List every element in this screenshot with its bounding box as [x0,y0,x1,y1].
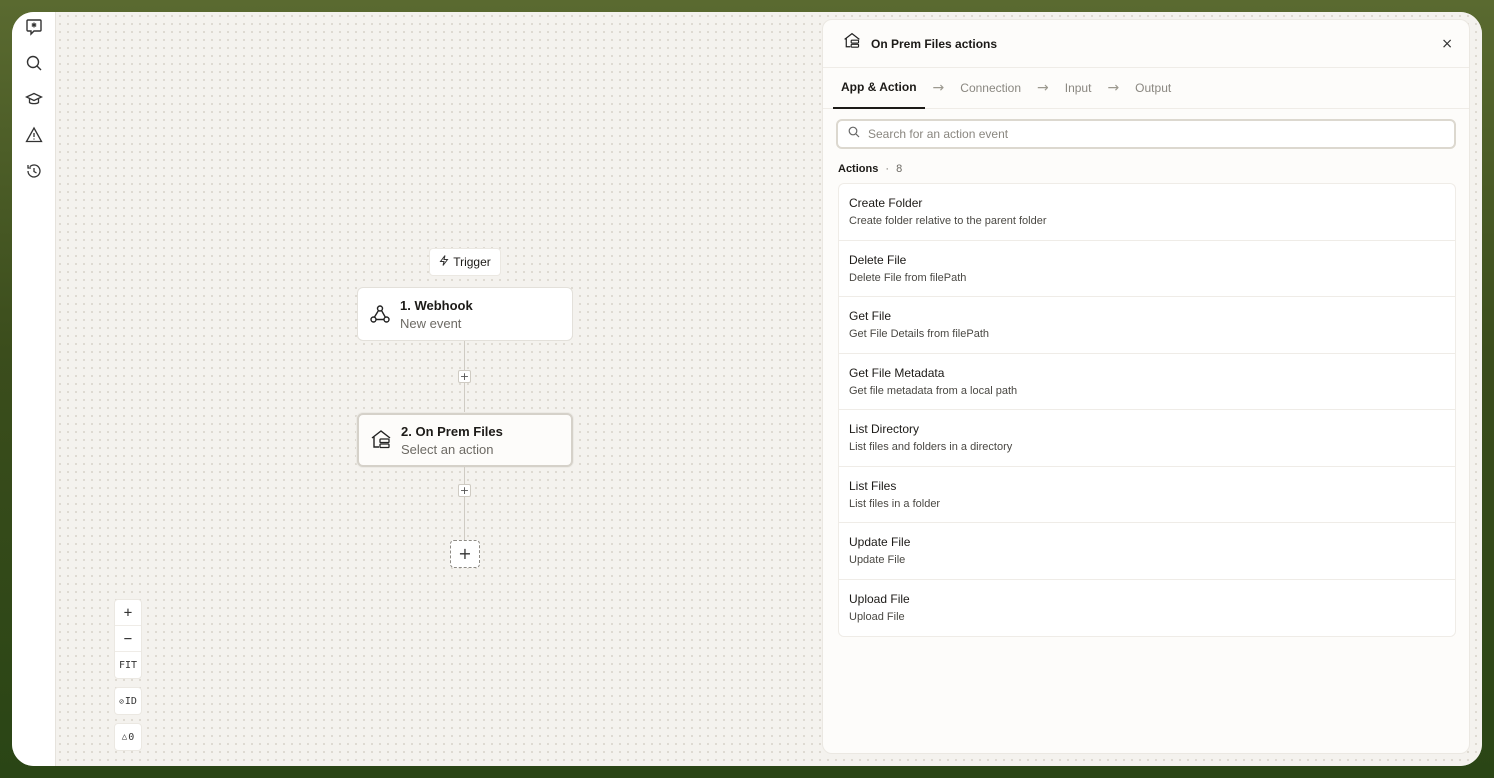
action-title: Upload File [849,591,910,606]
bolt-icon [439,255,449,269]
on-prem-files-icon [843,32,861,55]
trigger-label-text: Trigger [453,255,491,269]
tab-connection[interactable]: Connection [952,68,1029,109]
tab-input[interactable]: Input [1057,68,1100,109]
actions-header: Actions · 8 [838,163,1469,175]
action-search [836,119,1456,149]
action-item[interactable]: Get File Metadata Get file metadata from… [839,354,1455,410]
add-step-button[interactable]: + [458,484,471,497]
action-title: List Directory [849,422,920,436]
action-title: Create Folder [849,196,923,210]
learn-icon[interactable] [24,89,44,109]
action-description: Get file metadata from a local path [849,384,1018,397]
action-description: Delete File from filePath [849,271,967,284]
action-description: Create folder relative to the parent fol… [849,215,1047,227]
warnings-count: 0 [128,731,135,743]
action-description: List files and folders in a directory [849,441,1013,453]
actions-count: 8 [896,163,903,175]
action-item[interactable]: Create Folder Create folder relative to … [839,184,1455,241]
action-title: Delete File [849,252,907,267]
action-description: Get File Details from filePath [849,328,989,340]
warning-icon[interactable] [24,125,44,145]
toggle-ids-label: ID [124,695,137,707]
webhook-icon [368,302,392,326]
panel-title: On Prem Files actions [871,36,998,51]
arrow-right-icon: → [932,80,945,96]
step-node-on-prem-files[interactable]: 2. On Prem Files Select an action [357,413,573,467]
action-title: Update File [849,535,911,549]
action-item[interactable]: Update File Update File [839,523,1455,580]
node-title: 2. On Prem Files [401,423,503,439]
tab-app-action[interactable]: App & Action [833,68,925,109]
action-item[interactable]: List Files List files in a folder [839,467,1455,523]
toggle-ids-button[interactable]: ⊘ ID [114,687,142,715]
app-window: Trigger 1. Webhook New event + 2. On Pre… [12,12,1482,766]
action-title: Get File [849,309,892,323]
logo-icon[interactable] [24,17,44,37]
actions-panel: On Prem Files actions × App & Action → C… [822,19,1470,754]
step-tabs: App & Action → Connection → Input → Outp… [823,68,1469,109]
tab-output[interactable]: Output [1127,68,1179,109]
actions-separator: · [885,163,890,175]
add-step-end-button[interactable]: + [450,540,480,568]
node-subtitle: New event [400,315,462,331]
fit-button[interactable]: FIT [115,652,141,678]
zoom-out-button[interactable]: − [115,626,141,652]
sidebar-rail [12,12,56,766]
action-item[interactable]: Get File Get File Details from filePath [839,297,1455,354]
add-step-button[interactable]: + [458,370,471,383]
history-icon[interactable] [24,161,44,181]
close-icon[interactable]: × [1441,36,1453,52]
action-item[interactable]: List Directory List files and folders in… [839,410,1455,467]
node-subtitle: Select an action [401,441,494,457]
actions-list: Create Folder Create folder relative to … [838,183,1456,637]
arrow-right-icon: → [1107,80,1120,96]
action-title: Get File Metadata [849,365,945,380]
eye-off-icon: ⊘ [119,696,124,706]
arrow-right-icon: → [1037,80,1049,96]
action-description: Update File [849,554,906,566]
step-node-webhook[interactable]: 1. Webhook New event [357,287,573,341]
trigger-label: Trigger [429,248,501,276]
search-icon[interactable] [24,53,44,73]
action-description: Upload File [849,610,905,623]
node-title: 1. Webhook [400,297,473,313]
zoom-controls: + − FIT [114,599,142,679]
zoom-in-button[interactable]: + [115,600,141,626]
on-prem-files-icon [369,428,393,452]
action-title: List Files [849,478,897,493]
action-item[interactable]: Delete File Delete File from filePath [839,241,1455,297]
action-item[interactable]: Upload File Upload File [839,580,1455,637]
actions-label: Actions [838,163,879,175]
warnings-button[interactable]: △ 0 [114,723,142,751]
search-icon [848,125,860,143]
connector-line [464,467,465,540]
warning-icon: △ [121,732,128,742]
search-input[interactable] [868,127,1428,141]
panel-header: On Prem Files actions × [823,20,1469,68]
action-description: List files in a folder [849,497,941,510]
